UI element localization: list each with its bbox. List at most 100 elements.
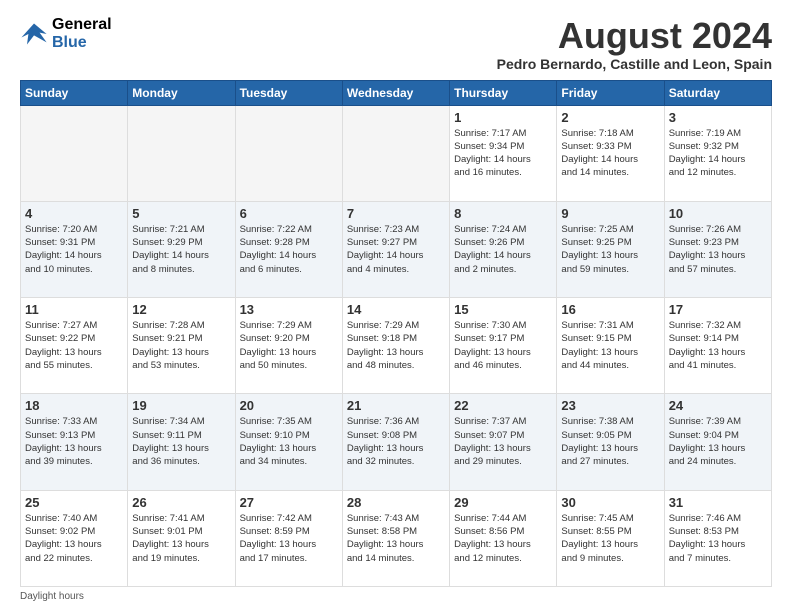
day-number: 7	[347, 206, 445, 221]
calendar-cell: 9 Sunrise: 7:25 AM Sunset: 9:25 PM Daylig…	[557, 201, 664, 297]
day-info: Sunrise: 7:34 AM Sunset: 9:11 PM Dayligh…	[132, 415, 230, 468]
header: General Blue August 2024 Pedro Bernardo,…	[20, 16, 772, 72]
calendar-cell: 17 Sunrise: 7:32 AM Sunset: 9:14 PM Dayli…	[664, 298, 771, 394]
calendar-cell: 2Sunrise: 7:18 AM Sunset: 9:33 PM Daylig…	[557, 105, 664, 201]
day-info: Sunrise: 7:41 AM Sunset: 9:01 PM Dayligh…	[132, 512, 230, 565]
day-info: Sunrise: 7:23 AM Sunset: 9:27 PM Dayligh…	[347, 223, 445, 276]
calendar-cell: 13 Sunrise: 7:29 AM Sunset: 9:20 PM Dayli…	[235, 298, 342, 394]
calendar-week-row: 18 Sunrise: 7:33 AM Sunset: 9:13 PM Dayli…	[21, 394, 772, 490]
day-number: 28	[347, 495, 445, 510]
day-number: 11	[25, 302, 123, 317]
calendar-cell: 23Sunrise: 7:38 AM Sunset: 9:05 PM Dayli…	[557, 394, 664, 490]
calendar-cell: 7 Sunrise: 7:23 AM Sunset: 9:27 PM Daylig…	[342, 201, 449, 297]
day-number: 9	[561, 206, 659, 221]
day-number: 5	[132, 206, 230, 221]
calendar-cell: 20 Sunrise: 7:35 AM Sunset: 9:10 PM Dayli…	[235, 394, 342, 490]
calendar-table: SundayMondayTuesdayWednesdayThursdayFrid…	[20, 80, 772, 587]
day-info: Sunrise: 7:30 AM Sunset: 9:17 PM Dayligh…	[454, 319, 552, 372]
calendar-day-header: Monday	[128, 80, 235, 105]
day-info: Sunrise: 7:46 AM Sunset: 8:53 PM Dayligh…	[669, 512, 767, 565]
calendar-cell: 10 Sunrise: 7:26 AM Sunset: 9:23 PM Dayli…	[664, 201, 771, 297]
calendar-cell: 14 Sunrise: 7:29 AM Sunset: 9:18 PM Dayli…	[342, 298, 449, 394]
calendar-cell: 27Sunrise: 7:42 AM Sunset: 8:59 PM Dayli…	[235, 490, 342, 586]
calendar-cell: 16Sunrise: 7:31 AM Sunset: 9:15 PM Dayli…	[557, 298, 664, 394]
day-info: Sunrise: 7:19 AM Sunset: 9:32 PM Dayligh…	[669, 127, 767, 180]
calendar-cell: 19 Sunrise: 7:34 AM Sunset: 9:11 PM Dayli…	[128, 394, 235, 490]
calendar-cell: 5 Sunrise: 7:21 AM Sunset: 9:29 PM Daylig…	[128, 201, 235, 297]
calendar-cell: 12Sunrise: 7:28 AM Sunset: 9:21 PM Dayli…	[128, 298, 235, 394]
day-info: Sunrise: 7:32 AM Sunset: 9:14 PM Dayligh…	[669, 319, 767, 372]
day-info: Sunrise: 7:33 AM Sunset: 9:13 PM Dayligh…	[25, 415, 123, 468]
day-info: Sunrise: 7:29 AM Sunset: 9:20 PM Dayligh…	[240, 319, 338, 372]
main-title: August 2024	[497, 16, 772, 56]
day-info: Sunrise: 7:27 AM Sunset: 9:22 PM Dayligh…	[25, 319, 123, 372]
day-info: Sunrise: 7:38 AM Sunset: 9:05 PM Dayligh…	[561, 415, 659, 468]
logo: General Blue	[20, 16, 112, 51]
calendar-cell: 24Sunrise: 7:39 AM Sunset: 9:04 PM Dayli…	[664, 394, 771, 490]
calendar-cell: 28 Sunrise: 7:43 AM Sunset: 8:58 PM Dayli…	[342, 490, 449, 586]
calendar-day-header: Saturday	[664, 80, 771, 105]
day-number: 27	[240, 495, 338, 510]
calendar-cell	[342, 105, 449, 201]
calendar-cell: 4 Sunrise: 7:20 AM Sunset: 9:31 PM Daylig…	[21, 201, 128, 297]
day-info: Sunrise: 7:43 AM Sunset: 8:58 PM Dayligh…	[347, 512, 445, 565]
calendar-cell: 29Sunrise: 7:44 AM Sunset: 8:56 PM Dayli…	[450, 490, 557, 586]
day-number: 19	[132, 398, 230, 413]
calendar-cell: 11 Sunrise: 7:27 AM Sunset: 9:22 PM Dayli…	[21, 298, 128, 394]
calendar-cell: 15 Sunrise: 7:30 AM Sunset: 9:17 PM Dayli…	[450, 298, 557, 394]
calendar-day-header: Wednesday	[342, 80, 449, 105]
calendar-week-row: 1Sunrise: 7:17 AM Sunset: 9:34 PM Daylig…	[21, 105, 772, 201]
day-number: 3	[669, 110, 767, 125]
day-number: 13	[240, 302, 338, 317]
day-info: Sunrise: 7:18 AM Sunset: 9:33 PM Dayligh…	[561, 127, 659, 180]
calendar-day-header: Sunday	[21, 80, 128, 105]
day-info: Sunrise: 7:26 AM Sunset: 9:23 PM Dayligh…	[669, 223, 767, 276]
day-info: Sunrise: 7:39 AM Sunset: 9:04 PM Dayligh…	[669, 415, 767, 468]
logo-icon	[20, 20, 48, 48]
calendar-cell: 31Sunrise: 7:46 AM Sunset: 8:53 PM Dayli…	[664, 490, 771, 586]
day-info: Sunrise: 7:22 AM Sunset: 9:28 PM Dayligh…	[240, 223, 338, 276]
day-number: 26	[132, 495, 230, 510]
day-info: Sunrise: 7:20 AM Sunset: 9:31 PM Dayligh…	[25, 223, 123, 276]
footer: Daylight hours	[20, 591, 772, 602]
calendar-header-row: SundayMondayTuesdayWednesdayThursdayFrid…	[21, 80, 772, 105]
day-number: 29	[454, 495, 552, 510]
subtitle: Pedro Bernardo, Castille and Leon, Spain	[497, 56, 772, 72]
day-number: 16	[561, 302, 659, 317]
calendar-day-header: Friday	[557, 80, 664, 105]
day-number: 4	[25, 206, 123, 221]
calendar-cell: 30Sunrise: 7:45 AM Sunset: 8:55 PM Dayli…	[557, 490, 664, 586]
calendar-cell: 18 Sunrise: 7:33 AM Sunset: 9:13 PM Dayli…	[21, 394, 128, 490]
day-number: 17	[669, 302, 767, 317]
day-number: 22	[454, 398, 552, 413]
calendar-cell: 22 Sunrise: 7:37 AM Sunset: 9:07 PM Dayli…	[450, 394, 557, 490]
day-info: Sunrise: 7:35 AM Sunset: 9:10 PM Dayligh…	[240, 415, 338, 468]
calendar-week-row: 11 Sunrise: 7:27 AM Sunset: 9:22 PM Dayli…	[21, 298, 772, 394]
calendar-day-header: Tuesday	[235, 80, 342, 105]
calendar-cell	[21, 105, 128, 201]
day-number: 18	[25, 398, 123, 413]
page: General Blue August 2024 Pedro Bernardo,…	[0, 0, 792, 612]
day-info: Sunrise: 7:25 AM Sunset: 9:25 PM Dayligh…	[561, 223, 659, 276]
day-info: Sunrise: 7:21 AM Sunset: 9:29 PM Dayligh…	[132, 223, 230, 276]
calendar-cell: 26 Sunrise: 7:41 AM Sunset: 9:01 PM Dayli…	[128, 490, 235, 586]
calendar-cell	[235, 105, 342, 201]
day-info: Sunrise: 7:29 AM Sunset: 9:18 PM Dayligh…	[347, 319, 445, 372]
day-info: Sunrise: 7:28 AM Sunset: 9:21 PM Dayligh…	[132, 319, 230, 372]
day-number: 14	[347, 302, 445, 317]
day-number: 1	[454, 110, 552, 125]
day-number: 25	[25, 495, 123, 510]
day-number: 8	[454, 206, 552, 221]
title-block: August 2024 Pedro Bernardo, Castille and…	[497, 16, 772, 72]
calendar-cell: 1Sunrise: 7:17 AM Sunset: 9:34 PM Daylig…	[450, 105, 557, 201]
calendar-day-header: Thursday	[450, 80, 557, 105]
calendar-cell: 8 Sunrise: 7:24 AM Sunset: 9:26 PM Daylig…	[450, 201, 557, 297]
calendar-cell: 3 Sunrise: 7:19 AM Sunset: 9:32 PM Daylig…	[664, 105, 771, 201]
day-number: 30	[561, 495, 659, 510]
day-number: 10	[669, 206, 767, 221]
day-number: 20	[240, 398, 338, 413]
day-info: Sunrise: 7:24 AM Sunset: 9:26 PM Dayligh…	[454, 223, 552, 276]
day-number: 15	[454, 302, 552, 317]
calendar-cell: 6Sunrise: 7:22 AM Sunset: 9:28 PM Daylig…	[235, 201, 342, 297]
day-info: Sunrise: 7:37 AM Sunset: 9:07 PM Dayligh…	[454, 415, 552, 468]
